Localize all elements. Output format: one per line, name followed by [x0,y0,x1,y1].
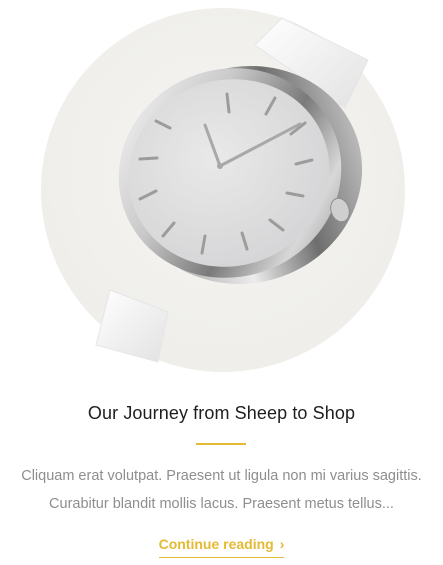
title-divider [196,443,246,445]
post-title[interactable]: Our Journey from Sheep to Shop [0,400,443,426]
continue-reading-link[interactable]: Continue reading › [158,536,285,558]
post-featured-image[interactable] [0,0,443,380]
read-more-wrapper: Continue reading › [0,536,443,558]
post-excerpt: Cliquam erat volutpat. Praesent ut ligul… [0,462,443,518]
chevron-right-icon: › [279,536,285,552]
blog-post-card: Our Journey from Sheep to Shop Cliquam e… [0,0,443,565]
post-excerpt-line: Curabitur blandit mollis lacus. Praesent… [49,496,394,512]
post-excerpt-line: Cliquam erat volutpat. Praesent ut ligul… [21,468,422,484]
continue-reading-label: Continue reading [158,536,274,552]
